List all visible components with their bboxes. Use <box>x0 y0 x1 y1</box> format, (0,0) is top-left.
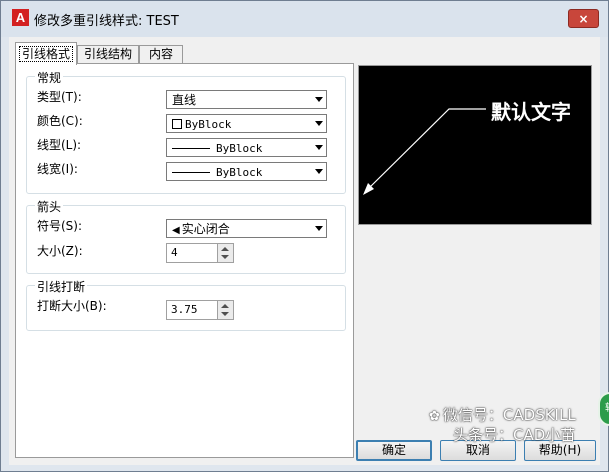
linetype-dropdown[interactable]: ByBlock <box>166 138 327 157</box>
watermark: ✿ 微信号：CADSKILL 头条号：CAD小苗 <box>429 406 576 444</box>
lineweight-label: 线宽(I): <box>37 162 78 176</box>
dialog-client-area: 引线格式 引线结构 内容 常规 类型(T): 直线 颜色(C): ByBlock <box>9 37 600 465</box>
general-group: 常规 类型(T): 直线 颜色(C): ByBlock 线型(L): ByBlo… <box>26 69 346 194</box>
leader-format-panel: 常规 类型(T): 直线 颜色(C): ByBlock 线型(L): ByBlo… <box>15 63 354 458</box>
line-sample-icon <box>172 148 210 149</box>
line-sample-icon <box>172 172 210 173</box>
spin-up-icon[interactable] <box>221 247 229 251</box>
preview-default-text: 默认文字 <box>491 100 571 124</box>
close-button[interactable]: × <box>568 9 599 28</box>
side-float-badge[interactable]: 转 <box>598 392 609 426</box>
break-size-label: 打断大小(B): <box>37 299 107 313</box>
arrow-size-value: 4 <box>171 246 178 259</box>
chevron-down-icon <box>315 97 323 102</box>
lineweight-value: ByBlock <box>216 166 263 179</box>
size-label: 大小(Z): <box>37 244 83 258</box>
spin-down-icon[interactable] <box>221 312 229 316</box>
tab-leader-format[interactable]: 引线格式 <box>15 42 77 65</box>
dialog-title: 修改多重引线样式: TEST <box>34 14 179 29</box>
symbol-value: 实心闭合 <box>181 222 230 236</box>
leader-preview-drawing <box>363 108 486 195</box>
type-label: 类型(T): <box>37 90 82 104</box>
spin-down-icon[interactable] <box>221 255 229 259</box>
tab-leader-format-label: 引线格式 <box>18 46 73 62</box>
arrow-size-spinner[interactable]: 4 <box>166 243 234 263</box>
linetype-label: 线型(L): <box>37 138 82 152</box>
arrowhead-heading: 箭头 <box>35 198 64 215</box>
leader-line <box>364 108 486 193</box>
linetype-value: ByBlock <box>216 142 263 155</box>
spinner-buttons[interactable] <box>217 244 233 262</box>
spin-up-icon[interactable] <box>221 304 229 308</box>
arrow-symbol-dropdown[interactable]: ◀ 实心闭合 <box>166 219 327 238</box>
title-bar[interactable]: A 修改多重引线样式: TEST × <box>1 1 608 37</box>
spinner-buttons[interactable] <box>217 301 233 319</box>
general-heading: 常规 <box>35 69 64 86</box>
tab-content[interactable]: 内容 <box>139 45 183 64</box>
arrowhead-group: 箭头 符号(S): ◀ 实心闭合 大小(Z): 4 <box>26 198 346 274</box>
chevron-down-icon <box>315 145 323 150</box>
chevron-down-icon <box>315 169 323 174</box>
leader-preview: 默认文字 <box>358 65 592 225</box>
break-size-spinner[interactable]: 3.75 <box>166 300 234 320</box>
color-value: ByBlock <box>185 118 232 131</box>
closed-filled-arrow-icon: ◀ <box>172 225 180 236</box>
lineweight-dropdown[interactable]: ByBlock <box>166 162 327 181</box>
symbol-label: 符号(S): <box>37 219 83 233</box>
color-swatch-icon <box>172 119 182 129</box>
ok-button[interactable]: 确定 <box>356 440 432 461</box>
type-dropdown[interactable]: 直线 <box>166 90 327 109</box>
watermark-line-1: ✿ 微信号：CADSKILL <box>429 406 576 424</box>
color-dropdown[interactable]: ByBlock <box>166 114 327 133</box>
type-value: 直线 <box>172 93 197 107</box>
tab-leader-structure[interactable]: 引线结构 <box>77 45 139 64</box>
dialog-window: A 修改多重引线样式: TEST × 引线格式 引线结构 内容 常规 类型(T)… <box>0 0 609 472</box>
leader-break-heading: 引线打断 <box>35 278 88 295</box>
leader-break-group: 引线打断 打断大小(B): 3.75 <box>26 278 346 331</box>
wechat-icon: ✿ <box>429 409 440 424</box>
chevron-down-icon <box>315 121 323 126</box>
tab-leader-structure-label: 引线结构 <box>83 47 132 61</box>
color-label: 颜色(C): <box>37 114 83 128</box>
chevron-down-icon <box>315 226 323 231</box>
watermark-line-2: 头条号：CAD小苗 <box>453 426 576 444</box>
autocad-logo-icon: A <box>12 9 29 26</box>
break-size-value: 3.75 <box>171 303 198 316</box>
tab-content-label: 内容 <box>148 47 173 61</box>
